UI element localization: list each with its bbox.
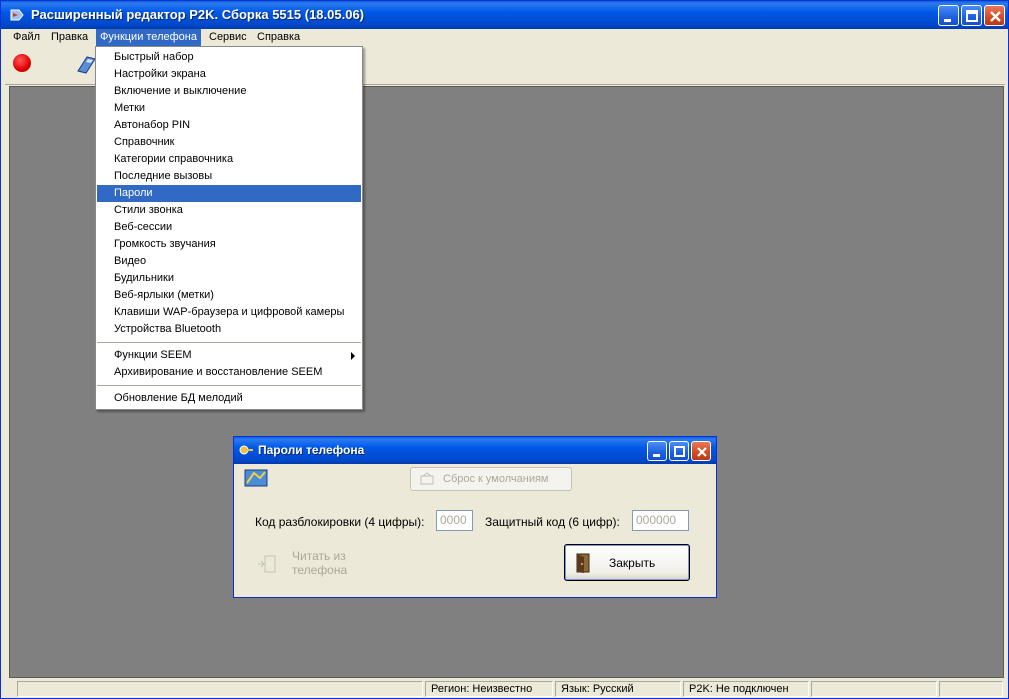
menu-item-melody-db-update[interactable]: Обновление БД мелодий [97,390,361,407]
security-code-label: Защитный код (6 цифр): [485,515,620,529]
menu-item-labels[interactable]: Метки [97,100,361,117]
minimize-icon [653,454,660,457]
menu-item-bluetooth-devices[interactable]: Устройства Bluetooth [97,321,361,338]
status-cell-extra [811,681,937,697]
read-from-phone-button[interactable]: Читать из телефона [256,549,366,579]
close-icon [990,11,1001,22]
unlock-code-label: Код разблокировки (4 цифры): [255,515,425,529]
menu-item-ring-styles[interactable]: Стили звонка [97,202,361,219]
read-from-phone-label-1: Читать из [292,549,346,563]
status-connection: P2K: Не подключен [683,681,809,697]
record-icon[interactable] [13,54,31,72]
dialog-minimize-button[interactable] [647,441,667,461]
menu-item-pin-autodial[interactable]: Автонабор PIN [97,117,361,134]
menu-item-web-sessions[interactable]: Веб-сессии [97,219,361,236]
passwords-app-icon [239,445,253,455]
menu-item-speed-dial[interactable]: Быстрый набор [97,49,361,66]
phone-passwords-icon [244,469,268,487]
menu-item-seem-functions[interactable]: Функции SEEM [97,347,361,364]
status-bar: Регион: Неизвестно Язык: Русский P2K: Не… [5,680,1005,698]
menu-item-wap-camera-keys[interactable]: Клавиши WAP-браузера и цифровой камеры [97,304,361,321]
title-bar[interactable]: Расширенный редактор P2K. Сборка 5515 (1… [1,1,1008,29]
close-dialog-button[interactable]: Закрыть [564,544,690,581]
menu-item-passwords[interactable]: Пароли [97,185,361,202]
minimize-icon [944,19,951,22]
menu-item-seem-backup[interactable]: Архивирование и восстановление SEEM [97,364,361,381]
menu-bar: Файл Правка Функции телефона Сервис Спра… [5,29,1005,47]
dialog-title: Пароли телефона [258,443,365,457]
dialog-maximize-button[interactable] [669,441,689,461]
status-language: Язык: Русский [555,681,681,697]
menu-separator [97,385,361,386]
menu-item-power-on-off[interactable]: Включение и выключение [97,83,361,100]
status-cell-empty [17,681,423,697]
maximize-icon [966,10,978,22]
window-title: Расширенный редактор P2K. Сборка 5515 (1… [31,7,364,22]
status-cell-grip [939,681,1003,697]
unlock-code-input[interactable]: 0000 [436,510,473,531]
menu-item-phonebook[interactable]: Справочник [97,134,361,151]
door-exit-icon [576,553,590,573]
menu-item-phonebook-categories[interactable]: Категории справочника [97,151,361,168]
dialog-close-button[interactable] [691,441,711,461]
minimize-button[interactable] [938,5,959,26]
menu-item-volume[interactable]: Громкость звучания [97,236,361,253]
reset-icon [420,472,434,485]
menu-help[interactable]: Справка [253,29,304,47]
menu-file[interactable]: Файл [9,29,44,47]
menu-item-recent-calls[interactable]: Последние вызовы [97,168,361,185]
phone-functions-menu: Быстрый набор Настройки экрана Включение… [95,46,363,410]
read-phone-icon [258,555,276,573]
close-window-button[interactable] [984,5,1005,26]
close-dialog-label: Закрыть [609,556,656,570]
menu-phone-functions[interactable]: Функции телефона [96,29,201,47]
dialog-title-bar[interactable]: Пароли телефона [234,437,716,464]
close-icon [697,447,707,457]
security-code-input[interactable]: 000000 [632,510,689,531]
menu-item-web-shortcuts[interactable]: Веб-ярлыки (метки) [97,287,361,304]
menu-item-screen-settings[interactable]: Настройки экрана [97,66,361,83]
menu-item-video[interactable]: Видео [97,253,361,270]
app-icon [10,9,24,21]
menu-separator [97,342,361,343]
maximize-button[interactable] [961,5,982,26]
reset-defaults-button[interactable]: Сброс к умолчаниям [410,467,572,491]
menu-edit[interactable]: Правка [47,29,92,47]
menu-service[interactable]: Сервис [205,29,251,47]
menu-item-seem-functions-label: Функции SEEM [114,349,192,361]
submenu-arrow-icon [351,352,355,360]
status-region: Регион: Неизвестно [425,681,553,697]
passwords-dialog: Пароли телефона Сброс к умолчаниям Код р… [233,436,717,598]
menu-item-alarms[interactable]: Будильники [97,270,361,287]
maximize-icon [674,446,685,457]
read-from-phone-label-2: телефона [292,563,348,577]
reset-defaults-label: Сброс к умолчаниям [443,473,549,485]
